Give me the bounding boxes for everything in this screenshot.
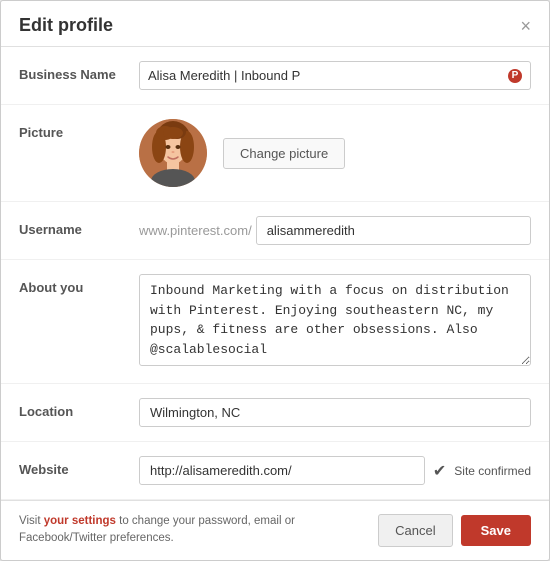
business-name-field: P xyxy=(139,61,531,90)
modal-body: Business Name P Picture xyxy=(1,47,549,500)
business-name-input[interactable] xyxy=(148,62,506,89)
business-name-row: Business Name P xyxy=(1,47,549,105)
edit-profile-modal: Edit profile × Business Name P Picture xyxy=(0,0,550,561)
site-confirmed-icon: ✔ xyxy=(433,461,446,481)
pinterest-icon: P xyxy=(508,69,522,83)
modal-header: Edit profile × xyxy=(1,1,549,47)
location-label: Location xyxy=(19,398,139,419)
footer-buttons: Cancel Save xyxy=(378,514,531,547)
website-row: Website ✔ Site confirmed xyxy=(1,442,549,500)
cancel-button[interactable]: Cancel xyxy=(378,514,452,547)
save-button[interactable]: Save xyxy=(461,515,531,546)
website-label: Website xyxy=(19,456,139,477)
change-picture-button[interactable]: Change picture xyxy=(223,138,345,169)
about-you-label: About you xyxy=(19,274,139,295)
location-field xyxy=(139,398,531,427)
about-you-row: About you Inbound Marketing with a focus… xyxy=(1,260,549,384)
username-field: www.pinterest.com/ xyxy=(139,216,531,245)
picture-row: Picture xyxy=(1,105,549,202)
about-you-field: Inbound Marketing with a focus on distri… xyxy=(139,274,531,369)
website-input[interactable] xyxy=(139,456,425,485)
business-name-label: Business Name xyxy=(19,61,139,82)
avatar xyxy=(139,119,207,187)
modal-title: Edit profile xyxy=(19,15,113,36)
modal-footer: Visit your settings to change your passw… xyxy=(1,500,549,560)
site-confirmed-text: Site confirmed xyxy=(454,464,531,478)
location-row: Location xyxy=(1,384,549,442)
website-field: ✔ Site confirmed xyxy=(139,456,531,485)
username-row: Username www.pinterest.com/ xyxy=(1,202,549,260)
username-label: Username xyxy=(19,216,139,237)
close-button[interactable]: × xyxy=(520,17,531,35)
username-prefix: www.pinterest.com/ xyxy=(139,223,252,238)
footer-note-before: Visit xyxy=(19,515,44,527)
location-input[interactable] xyxy=(139,398,531,427)
picture-field: Change picture xyxy=(139,119,531,187)
username-input[interactable] xyxy=(256,216,531,245)
about-you-input[interactable]: Inbound Marketing with a focus on distri… xyxy=(139,274,531,366)
settings-link[interactable]: your settings xyxy=(44,515,116,527)
picture-label: Picture xyxy=(19,119,139,140)
footer-note: Visit your settings to change your passw… xyxy=(19,513,319,548)
picture-controls: Change picture xyxy=(139,119,531,187)
